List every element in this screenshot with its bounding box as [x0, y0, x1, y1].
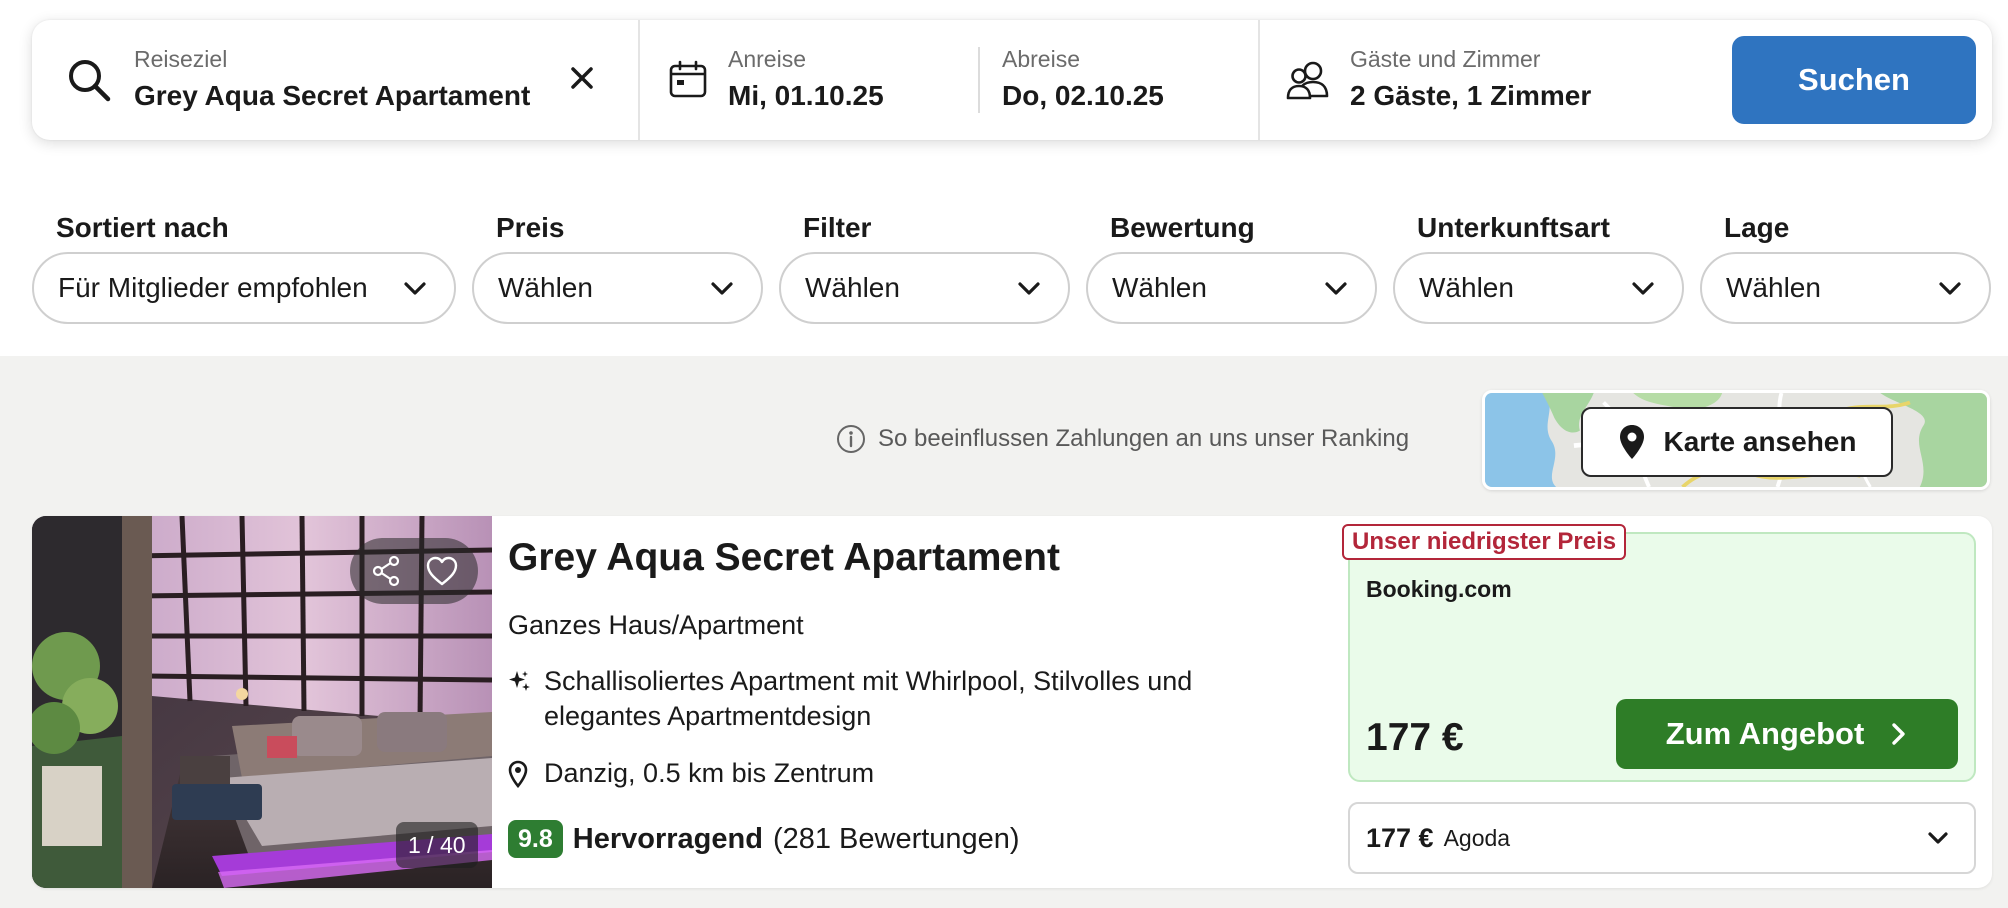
- chevron-down-icon: [1928, 832, 1948, 844]
- filter-property-type-label: Unterkunftsart: [1417, 212, 1610, 243]
- hotel-location: Danzig, 0.5 km bis Zentrum: [508, 758, 874, 789]
- filter-price-label: Preis: [496, 212, 565, 243]
- hotel-card: 1 / 40 Grey Aqua Secret Apartament Ganze…: [32, 516, 1992, 888]
- view-map-button[interactable]: Karte ansehen: [1581, 407, 1893, 477]
- guests-text: Gäste und Zimmer 2 Gäste, 1 Zimmer: [1350, 46, 1591, 113]
- heart-icon[interactable]: [425, 554, 459, 588]
- view-deal-button[interactable]: Zum Angebot: [1616, 699, 1958, 769]
- filter-location: Lage Wählen: [1700, 208, 1991, 324]
- share-icon[interactable]: [369, 554, 403, 588]
- ranking-info-link[interactable]: So beeinflussen Zahlungen an uns unser R…: [836, 424, 1409, 454]
- filter-property-type-select[interactable]: Wählen: [1393, 252, 1684, 324]
- photo-counter: 1 / 40: [396, 822, 478, 868]
- guests-label: Gäste und Zimmer: [1350, 46, 1541, 72]
- guests-value[interactable]: 2 Gäste, 1 Zimmer: [1350, 78, 1591, 113]
- chevron-down-icon: [1018, 282, 1040, 295]
- hotel-type: Ganzes Haus/Apartment: [508, 610, 804, 640]
- chevron-down-icon: [1939, 282, 1961, 295]
- view-map-label: Karte ansehen: [1663, 426, 1857, 457]
- chevron-down-icon: [1632, 282, 1654, 295]
- filter-rating-select[interactable]: Wählen: [1086, 252, 1377, 324]
- hotel-name[interactable]: Grey Aqua Secret Apartament: [508, 536, 1060, 580]
- chevron-down-icon: [1325, 282, 1347, 295]
- sparkle-icon: [509, 671, 530, 691]
- filter-location-value: Wählen: [1726, 272, 1821, 303]
- photo-actions: [350, 538, 478, 604]
- search-button[interactable]: Suchen: [1732, 36, 1976, 124]
- filter-location-select[interactable]: Wählen: [1700, 252, 1991, 324]
- rating-score-badge: 9.8: [508, 820, 563, 858]
- chevron-down-icon: [711, 282, 733, 295]
- filter-sort: Sortiert nach Für Mitglieder empfohlen: [32, 208, 456, 324]
- filter-location-label: Lage: [1724, 212, 1790, 243]
- filter-price: Preis Wählen: [472, 208, 763, 324]
- hotel-features: Schallisoliertes Apartment mit Whirlpool…: [508, 664, 1304, 734]
- checkin-value[interactable]: Mi, 01.10.25: [728, 78, 884, 113]
- destination-label: Reiseziel: [134, 46, 228, 72]
- checkin-field[interactable]: Anreise Mi, 01.10.25: [728, 46, 884, 113]
- filter-property-type: Unterkunftsart Wählen: [1393, 208, 1684, 324]
- info-icon: [837, 425, 865, 453]
- destination-text: Reiseziel Grey Aqua Secret Apartament: [134, 46, 530, 113]
- checkin-label: Anreise: [728, 46, 806, 72]
- hotel-features-text: Schallisoliertes Apartment mit Whirlpool…: [544, 666, 1193, 731]
- filter-filter-label: Filter: [803, 212, 872, 243]
- map-pin-icon: [1619, 425, 1644, 459]
- calendar-icon: [669, 60, 707, 98]
- destination-value[interactable]: Grey Aqua Secret Apartament: [134, 78, 530, 113]
- view-deal-label: Zum Angebot: [1665, 716, 1865, 751]
- hotel-photo[interactable]: 1 / 40: [32, 516, 492, 888]
- checkout-value[interactable]: Do, 02.10.25: [1002, 78, 1164, 113]
- filter-rating: Bewertung Wählen: [1086, 208, 1377, 324]
- filter-filter: Filter Wählen: [779, 208, 1070, 324]
- hotel-info: Grey Aqua Secret Apartament Ganzes Haus/…: [508, 516, 1348, 888]
- filter-price-select[interactable]: Wählen: [472, 252, 763, 324]
- checkout-field[interactable]: Abreise Do, 02.10.25: [1002, 46, 1164, 113]
- deal-price: 177 €: [1366, 716, 1464, 759]
- alt-price-provider: Agoda: [1443, 824, 1511, 851]
- filter-filter-value: Wählen: [805, 272, 900, 303]
- filter-rating-label: Bewertung: [1110, 212, 1255, 243]
- filter-sort-label: Sortiert nach: [56, 212, 229, 243]
- clear-icon[interactable]: [568, 64, 596, 92]
- guests-icon: [1286, 61, 1329, 100]
- search-icon: [69, 60, 111, 102]
- search-bar: Reiseziel Grey Aqua Secret Apartament An…: [32, 20, 1992, 140]
- date-divider: [978, 47, 980, 113]
- dates-field[interactable]: Anreise Mi, 01.10.25 Abreise Do, 02.10.2…: [638, 20, 1258, 140]
- chevron-down-icon: [404, 282, 426, 295]
- filter-filter-select[interactable]: Wählen: [779, 252, 1070, 324]
- alt-price-amount: 177 €: [1366, 822, 1434, 853]
- filter-property-type-value: Wählen: [1419, 272, 1514, 303]
- map-preview[interactable]: Karte ansehen: [1482, 390, 1990, 490]
- lowest-price-badge: Unser niedrigster Preis: [1342, 524, 1627, 560]
- filter-sort-value: Für Mitglieder empfohlen: [58, 272, 368, 303]
- hotel-location-text: Danzig, 0.5 km bis Zentrum: [544, 758, 875, 788]
- ranking-note-text: So beeinflussen Zahlungen an uns unser R…: [878, 425, 1410, 452]
- checkout-label: Abreise: [1002, 46, 1080, 72]
- filter-rating-value: Wählen: [1112, 272, 1207, 303]
- filter-sort-select[interactable]: Für Mitglieder empfohlen: [32, 252, 456, 324]
- destination-field[interactable]: Reiseziel Grey Aqua Secret Apartament: [32, 20, 638, 140]
- alternative-price-dropdown[interactable]: 177 € Agoda: [1348, 802, 1976, 874]
- rating-count: (281 Bewertungen): [772, 822, 1020, 855]
- chevron-right-icon: [1892, 723, 1905, 745]
- deal-provider: Booking.com: [1366, 576, 1512, 602]
- rating-word: Hervorragend: [572, 822, 763, 855]
- location-pin-icon: [508, 760, 528, 788]
- guests-field[interactable]: Gäste und Zimmer 2 Gäste, 1 Zimmer: [1258, 20, 1728, 140]
- filter-bar: Sortiert nach Für Mitglieder empfohlen P…: [32, 208, 1992, 324]
- filter-price-value: Wählen: [498, 272, 593, 303]
- hotel-rating[interactable]: 9.8 Hervorragend (281 Bewertungen): [508, 820, 1020, 858]
